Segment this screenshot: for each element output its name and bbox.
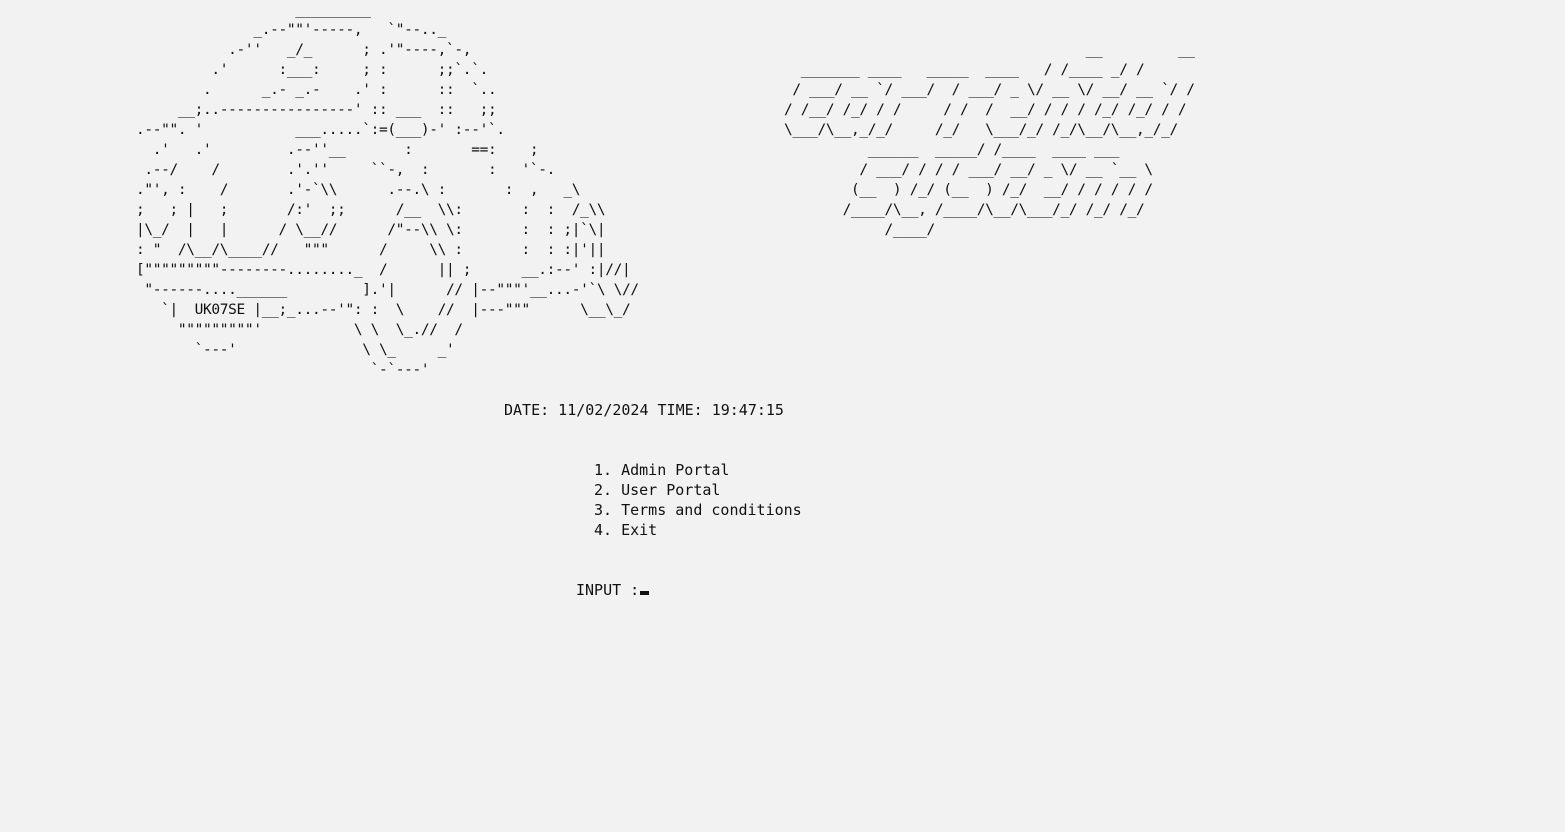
- main-menu: 1. Admin Portal 2. User Portal 3. Terms …: [594, 460, 802, 540]
- menu-item-terms[interactable]: 3. Terms and conditions: [594, 500, 802, 520]
- input-prompt[interactable]: INPUT :: [576, 580, 650, 600]
- car-ascii-art: _________ _.--""'-----, `"--.._ .-'' _/_…: [136, 2, 639, 378]
- menu-item-admin-portal[interactable]: 1. Admin Portal: [594, 460, 802, 480]
- date-time-display: DATE: 11/02/2024 TIME: 19:47:15: [504, 401, 784, 419]
- menu-item-user-portal[interactable]: 2. User Portal: [594, 480, 802, 500]
- input-prompt-label: INPUT :: [576, 581, 640, 599]
- title-ascii-art: __ __ _______ ____ _____ ____ / /____ _/…: [784, 42, 1195, 238]
- menu-item-exit[interactable]: 4. Exit: [594, 520, 802, 540]
- text-cursor: [640, 591, 650, 595]
